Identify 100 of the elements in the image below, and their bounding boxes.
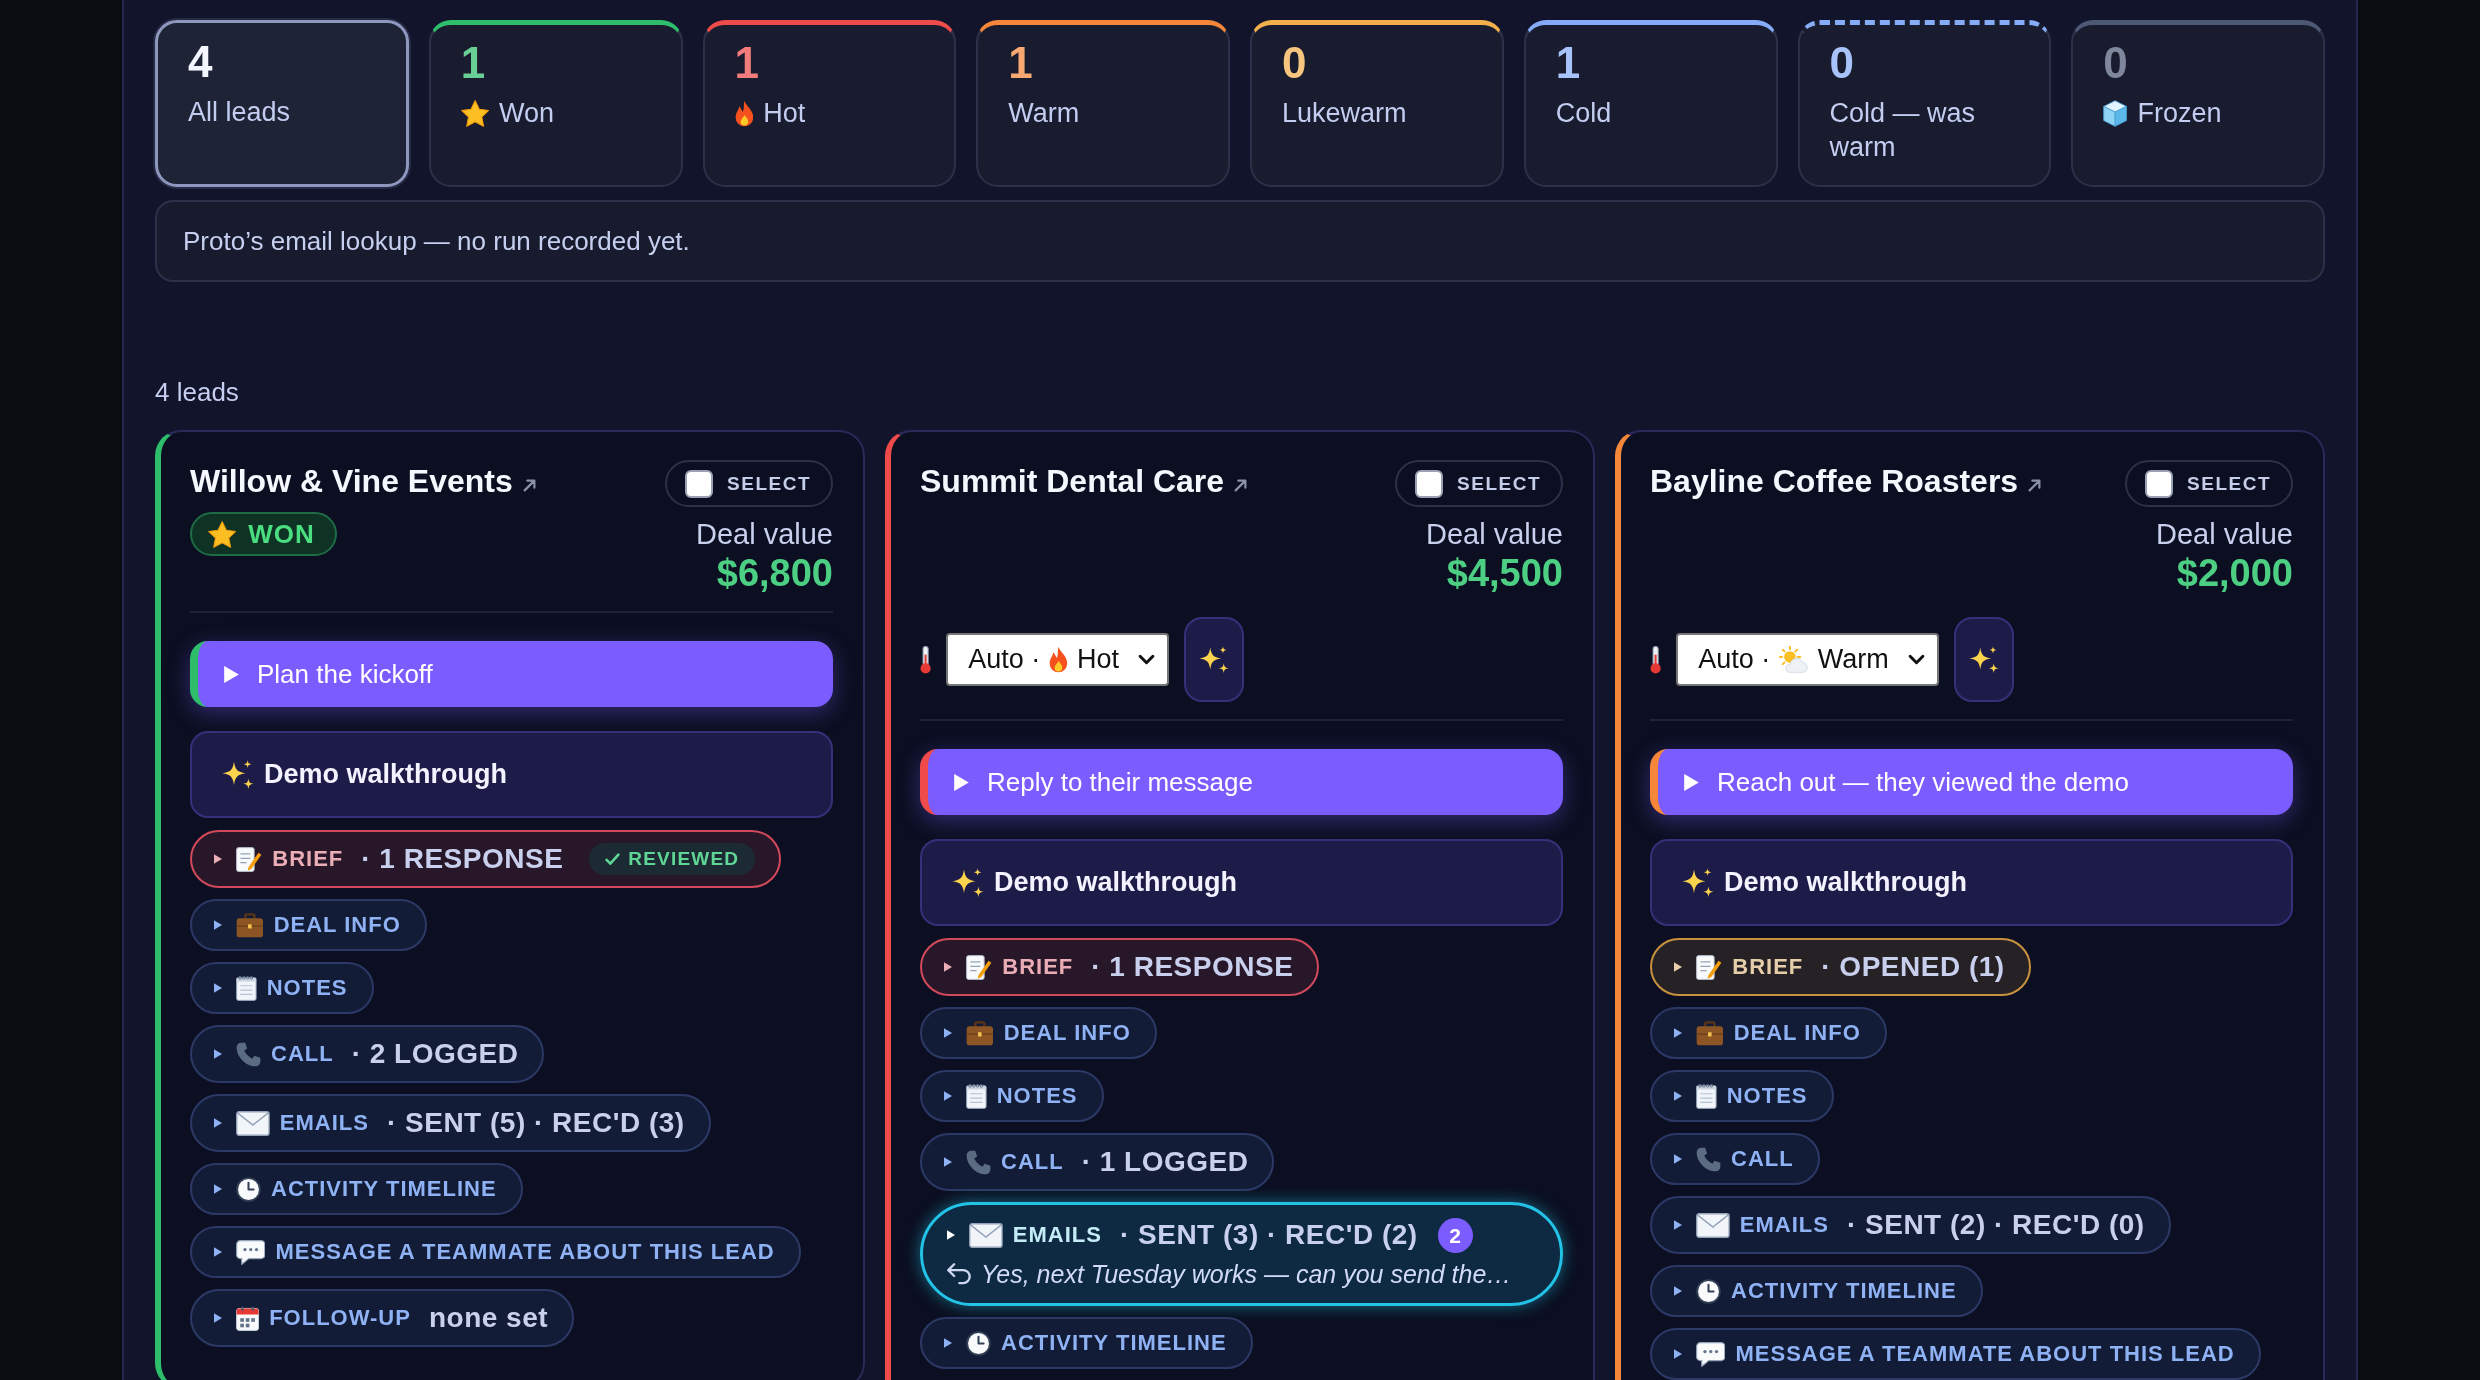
section-summary: · 1 RESPONSE: [361, 842, 564, 876]
filter-tab[interactable]: 0 Cold — was warm: [1797, 20, 2052, 187]
external-link-icon: [2028, 478, 2042, 492]
section-toggle[interactable]: BRIEF · 1 RESPONSE: [920, 938, 1320, 996]
flame-icon: [1049, 646, 1069, 673]
section-toggle[interactable]: MESSAGE A TEAMMATE ABOUT THIS LEAD: [190, 1226, 801, 1278]
select-checkbox[interactable]: [1415, 469, 1444, 498]
clock-icon: [966, 1330, 991, 1356]
demo-walkthrough-button[interactable]: Demo walkthrough: [920, 839, 1563, 926]
section-toggle[interactable]: MESSAGE A TEAMMATE ABOUT THIS LEAD: [1650, 1328, 2261, 1380]
sparkles-icon: [1968, 645, 1999, 674]
section-toggle[interactable]: ACTIVITY TIMELINE: [920, 1317, 1253, 1369]
next-action-button[interactable]: Plan the kickoff: [190, 641, 833, 707]
next-action-button[interactable]: Reach out — they viewed the demo: [1650, 749, 2293, 815]
lead-title-link[interactable]: Willow & Vine Events: [190, 462, 536, 500]
check-icon: [605, 852, 621, 866]
section-summary: · 1 RESPONSE: [1091, 950, 1294, 984]
section-toggle[interactable]: CALL · 1 LOGGED: [920, 1133, 1275, 1191]
sun-cloud-icon: [1779, 646, 1809, 673]
stat-count: 0: [1282, 41, 1308, 85]
filter-tab[interactable]: 0 Frozen: [2071, 20, 2325, 187]
section-toggle[interactable]: CALL: [1650, 1133, 1820, 1185]
phone-icon: [236, 1041, 261, 1067]
speech-bubble-icon: [236, 1239, 266, 1265]
section-summary: · SENT (5) · REC'D (3): [386, 1106, 685, 1140]
phone-icon: [1696, 1146, 1721, 1172]
select-checkbox[interactable]: [685, 469, 714, 498]
star-icon: [208, 520, 237, 548]
sparkles-icon: [222, 759, 254, 790]
filter-tab[interactable]: 4 All leads: [155, 20, 409, 187]
filter-tab[interactable]: 1 Warm: [976, 20, 1230, 187]
deal-value-amount: $6,800: [716, 552, 833, 594]
section-toggle[interactable]: EMAILS · SENT (3) · REC'D (2) 2 Yes, next Tuesday works — can you send the…: [920, 1202, 1563, 1306]
select-toggle[interactable]: SELECT: [2125, 460, 2293, 507]
chevron-down-icon: [1138, 654, 1156, 665]
stat-count: 1: [1008, 41, 1034, 85]
lead-title-link[interactable]: Summit Dental Care: [920, 462, 1248, 500]
external-link-icon: [522, 478, 536, 492]
stat-count: 1: [1555, 41, 1582, 85]
ice-cube-icon: [2103, 100, 2128, 128]
section-toggle[interactable]: NOTES: [920, 1070, 1104, 1122]
temperature-select[interactable]: Auto · Warm: [1676, 633, 1939, 686]
thermometer-icon: [1650, 645, 1662, 674]
section-toggle[interactable]: DEAL INFO: [920, 1007, 1157, 1059]
sparkle-button[interactable]: [1184, 617, 1245, 702]
section-toggle[interactable]: ACTIVITY TIMELINE: [190, 1163, 523, 1215]
status-label: WON: [248, 518, 315, 550]
deal-value-label: Deal value: [2155, 517, 2293, 552]
section-toggle[interactable]: DEAL INFO: [190, 899, 427, 951]
envelope-icon: [236, 1110, 270, 1136]
sparkles-icon: [1199, 645, 1230, 674]
clock-icon: [236, 1176, 261, 1202]
filter-tab[interactable]: 0 Lukewarm: [1250, 20, 1504, 187]
notepad-icon: [1696, 1083, 1717, 1109]
memo-icon: [1696, 954, 1723, 980]
notepad-icon: [236, 975, 257, 1001]
next-action-button[interactable]: Reply to their message: [920, 749, 1563, 815]
section-toggle[interactable]: NOTES: [190, 962, 374, 1014]
filter-tab[interactable]: 1 Cold: [1523, 20, 1778, 187]
envelope-icon: [969, 1222, 1003, 1248]
temperature-select[interactable]: Auto · Hot: [946, 633, 1170, 686]
unread-badge: 2: [1437, 1217, 1473, 1253]
stat-count: 1: [460, 41, 487, 85]
demo-walkthrough-button[interactable]: Demo walkthrough: [1650, 839, 2293, 926]
deal-value-label: Deal value: [1425, 517, 1563, 552]
play-icon: [1684, 773, 1699, 791]
section-toggle[interactable]: EMAILS · SENT (5) · REC'D (3): [190, 1094, 711, 1152]
section-toggle[interactable]: FOLLOW-UP none set: [190, 1289, 575, 1347]
section-summary: · OPENED (1): [1821, 950, 2005, 984]
notepad-icon: [966, 1083, 987, 1109]
status-notice: Proto’s email lookup — no run recorded yet.: [155, 200, 2325, 282]
calendar-icon: [236, 1305, 260, 1331]
sparkles-icon: [952, 867, 984, 898]
external-link-icon: [1234, 478, 1248, 492]
thermometer-icon: [920, 645, 932, 674]
demo-walkthrough-button[interactable]: Demo walkthrough: [190, 731, 833, 818]
select-toggle[interactable]: SELECT: [665, 460, 833, 507]
reviewed-label: REVIEWED: [628, 847, 740, 871]
flame-icon: [734, 100, 754, 128]
select-toggle[interactable]: SELECT: [1395, 460, 1563, 507]
memo-icon: [966, 954, 993, 980]
select-checkbox[interactable]: [2145, 469, 2174, 498]
section-toggle[interactable]: NOTES: [1650, 1070, 1834, 1122]
play-icon: [224, 665, 239, 683]
briefcase-icon: [236, 912, 264, 938]
section-toggle[interactable]: BRIEF · 1 RESPONSE REVIEWED: [190, 830, 782, 888]
section-toggle[interactable]: CALL · 2 LOGGED: [190, 1025, 545, 1083]
section-toggle[interactable]: ACTIVITY TIMELINE: [1650, 1265, 1983, 1317]
message-preview: Yes, next Tuesday works — can you send the…: [981, 1259, 1512, 1289]
stat-count: 4: [188, 40, 214, 84]
filter-tab[interactable]: 1 Won: [428, 20, 683, 187]
lead-title-link[interactable]: Bayline Coffee Roasters: [1650, 462, 2042, 500]
play-icon: [954, 773, 969, 791]
section-toggle[interactable]: BRIEF · OPENED (1): [1650, 938, 2031, 996]
filter-tab[interactable]: 1 Hot: [702, 20, 957, 187]
section-toggle[interactable]: DEAL INFO: [1650, 1007, 1887, 1059]
phone-icon: [966, 1149, 991, 1175]
section-toggle[interactable]: EMAILS · SENT (2) · REC'D (0): [1650, 1196, 2171, 1254]
section-summary: · SENT (3) · REC'D (2): [1119, 1218, 1418, 1252]
sparkle-button[interactable]: [1953, 617, 2014, 702]
